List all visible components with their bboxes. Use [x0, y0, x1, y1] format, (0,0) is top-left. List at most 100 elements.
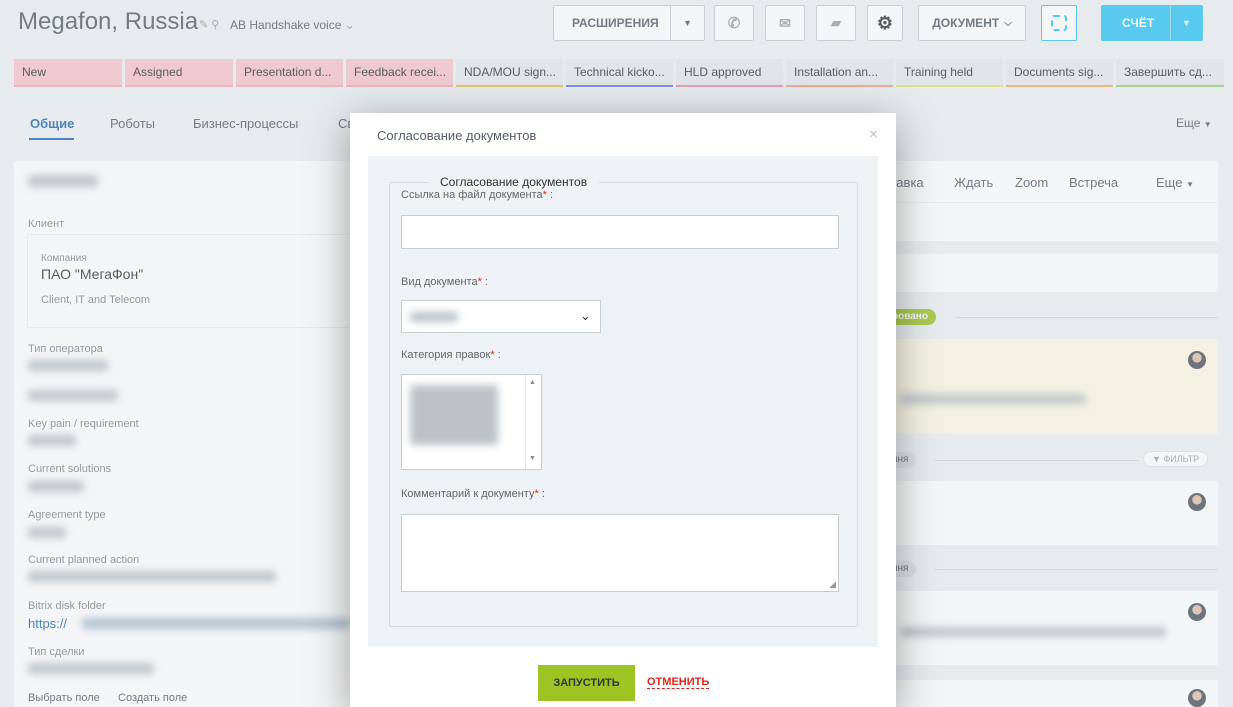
close-icon[interactable]: ×: [869, 126, 878, 143]
caret-down-icon: ▼: [1203, 120, 1212, 129]
chat-icon: ▰: [831, 15, 841, 30]
stage-7[interactable]: HLD approved: [676, 59, 783, 87]
chevron-down-icon: ⌄: [580, 308, 591, 323]
timeline-input[interactable]: [884, 254, 1218, 292]
comment-textarea[interactable]: ◢: [401, 514, 839, 592]
stage-8[interactable]: Installation an...: [786, 59, 893, 87]
stage-9[interactable]: Training held: [896, 59, 1003, 87]
required-marker: *: [542, 189, 547, 201]
stage-5[interactable]: NDA/MOU sign...: [456, 59, 563, 87]
tab-business-processes[interactable]: Бизнес-процессы: [193, 116, 298, 131]
timeline-item: [884, 481, 1218, 545]
comment-label-text: Комментарий к документу: [401, 488, 535, 500]
scroll-down-icon[interactable]: ▼: [529, 455, 536, 462]
stage-label: Installation an...: [794, 65, 879, 79]
extensions-button[interactable]: РАСШИРЕНИЯ ▼: [553, 5, 705, 41]
invoice-label: СЧЁТ: [1122, 16, 1155, 30]
agreement-type-label: Agreement type: [28, 509, 106, 521]
action-meeting[interactable]: Встреча: [1069, 175, 1118, 190]
cancel-link[interactable]: ОТМЕНИТЬ: [647, 676, 710, 689]
stage-label: New: [22, 65, 47, 79]
blurred-heading: [28, 175, 98, 187]
action-more-label: Еще: [1156, 175, 1183, 190]
deal-subtitle[interactable]: AB Handshake voice ⌄: [230, 18, 355, 32]
stage-label: Feedback recei...: [354, 65, 447, 79]
action-zoom[interactable]: Zoom: [1015, 175, 1048, 190]
scan-icon: [1051, 15, 1067, 31]
client-label: Клиент: [28, 218, 65, 230]
doc-link-input[interactable]: [401, 215, 839, 249]
avatar[interactable]: [1188, 351, 1206, 369]
operator-type-label: Тип оператора: [28, 343, 103, 355]
create-field-link[interactable]: Создать поле: [118, 692, 187, 704]
resize-handle-icon[interactable]: ◢: [829, 579, 836, 590]
category-listbox[interactable]: ▲ ▼: [401, 374, 542, 470]
blurred-options: [410, 385, 498, 445]
blurred-value: [28, 481, 84, 492]
category-label: Категория правок* :: [401, 349, 501, 361]
blurred-value: [28, 435, 76, 446]
company-card[interactable]: Компания ПАО "МегаФон" Client, IT and Te…: [28, 235, 350, 327]
divider: [934, 460, 1139, 461]
tab-general[interactable]: Общие: [30, 116, 74, 131]
activity-input[interactable]: [884, 202, 1218, 241]
stage-1[interactable]: New: [14, 59, 122, 87]
divider: [956, 317, 1218, 318]
stage-2[interactable]: Assigned: [125, 59, 233, 87]
invoice-button[interactable]: СЧЁТ ▼: [1101, 5, 1203, 41]
avatar[interactable]: [1188, 603, 1206, 621]
scroll-up-icon[interactable]: ▲: [529, 379, 536, 386]
scrollbar[interactable]: ▲ ▼: [525, 375, 541, 469]
doc-link-label-text: Ссылка на файл документа: [401, 189, 543, 201]
chat-button[interactable]: ▰: [816, 5, 856, 41]
blurred-selected-value: [410, 312, 458, 322]
disk-folder-label: Bitrix disk folder: [28, 600, 106, 612]
blurred-value: [28, 360, 108, 371]
blurred-value: [28, 390, 118, 401]
blurred-link: [82, 618, 350, 629]
filter-button[interactable]: ▼ ФИЛЬТР: [1143, 451, 1209, 467]
current-solutions-label: Current solutions: [28, 463, 112, 475]
phone-button[interactable]: ✆: [714, 5, 754, 41]
stage-10[interactable]: Documents sig...: [1006, 59, 1113, 87]
select-field-link[interactable]: Выбрать поле: [28, 692, 100, 704]
stage-11[interactable]: Завершить сд...: [1116, 59, 1224, 87]
action-wait[interactable]: Ждать: [954, 175, 993, 190]
phone-icon: ✆: [727, 15, 741, 32]
chevron-down-icon: ⌵: [1004, 17, 1012, 29]
key-pain-label: Key pain / requirement: [28, 418, 139, 430]
divider: [934, 569, 1218, 570]
mail-button[interactable]: ✉: [765, 5, 805, 41]
stage-3[interactable]: Presentation d...: [236, 59, 343, 87]
scan-button[interactable]: [1041, 5, 1077, 41]
doc-type-select[interactable]: ⌄: [401, 300, 601, 333]
tab-more[interactable]: Еще ▼: [1176, 116, 1212, 130]
stage-6[interactable]: Technical kicko...: [566, 59, 673, 87]
dropdown-caret-icon[interactable]: ▼: [1170, 6, 1202, 40]
timeline-note: [884, 339, 1218, 434]
document-button[interactable]: ДОКУМЕНТ ⌵: [918, 5, 1026, 41]
stage-4[interactable]: Feedback recei...: [346, 59, 453, 87]
action-more[interactable]: Еще ▼: [1156, 175, 1194, 190]
avatar[interactable]: [1188, 493, 1206, 511]
dropdown-caret-icon[interactable]: ▼: [670, 6, 704, 40]
mail-icon: ✉: [779, 14, 791, 31]
planned-action-label: Current planned action: [28, 554, 140, 566]
fieldset-legend: Согласование документов: [428, 175, 600, 189]
settings-button[interactable]: ⚙: [867, 5, 903, 41]
blurred-value: [28, 663, 154, 674]
extensions-label: РАСШИРЕНИЯ: [572, 16, 659, 30]
edit-icon[interactable]: ✎ ⚲: [199, 18, 219, 31]
disk-folder-link[interactable]: https://: [28, 616, 67, 631]
required-marker: *: [534, 488, 539, 500]
gear-icon: ⚙: [876, 12, 894, 33]
tab-robots[interactable]: Роботы: [110, 116, 155, 131]
deal-type-label: Тип сделки: [28, 646, 85, 658]
approval-dialog: Согласование документов × Согласование д…: [350, 113, 896, 707]
avatar[interactable]: [1188, 689, 1206, 707]
submit-button[interactable]: ЗАПУСТИТЬ: [538, 665, 635, 701]
comment-label: Комментарий к документу* :: [401, 488, 545, 500]
company-name[interactable]: ПАО "МегаФон": [41, 266, 143, 282]
stage-bar: New Assigned Presentation d... Feedback rec…: [14, 59, 1224, 87]
company-label: Компания: [41, 253, 87, 264]
